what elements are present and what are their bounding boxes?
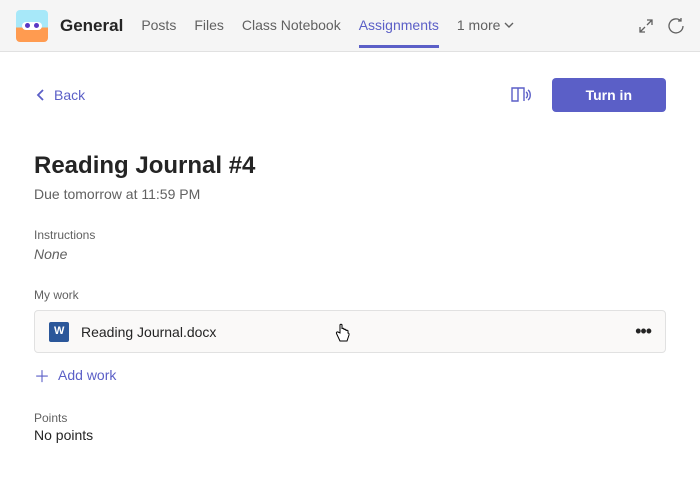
assignment-title: Reading Journal #4 [34,152,666,180]
work-file-name: Reading Journal.docx [81,324,635,340]
team-avatar[interactable] [16,10,48,42]
back-button[interactable]: Back [34,87,85,103]
add-work-label: Add work [58,367,116,383]
work-item[interactable]: Reading Journal.docx ••• [34,310,666,353]
top-actions [638,18,684,34]
instructions-label: Instructions [34,228,666,242]
channel-name[interactable]: General [60,16,123,36]
right-actions: Turn in [510,78,666,112]
refresh-icon[interactable] [668,18,684,34]
points-value: No points [34,427,666,443]
tab-assignments[interactable]: Assignments [359,3,439,48]
chevron-left-icon [34,88,48,102]
tab-more[interactable]: 1 more [457,3,515,48]
mywork-label: My work [34,288,666,302]
immersive-reader-icon[interactable] [510,85,532,105]
points-label: Points [34,411,666,425]
chevron-down-icon [504,20,514,30]
topbar: General Posts Files Class Notebook Assig… [0,0,700,52]
instructions-value: None [34,246,666,262]
turn-in-button[interactable]: Turn in [552,78,666,112]
tabs: Posts Files Class Notebook Assignments 1… [141,3,638,48]
tab-posts[interactable]: Posts [141,3,176,48]
expand-icon[interactable] [638,18,654,34]
word-doc-icon [49,322,69,342]
tab-files[interactable]: Files [194,3,224,48]
work-item-more-button[interactable]: ••• [635,321,651,342]
assignment-content: Back Turn in Reading Journal #4 Due tomo… [0,52,700,453]
assignment-due: Due tomorrow at 11:59 PM [34,186,666,202]
plus-icon: ＋ [34,363,50,387]
tab-class-notebook[interactable]: Class Notebook [242,3,341,48]
add-work-button[interactable]: ＋ Add work [34,363,666,387]
back-label: Back [54,87,85,103]
action-row: Back Turn in [34,78,666,112]
tab-more-label: 1 more [457,17,501,33]
